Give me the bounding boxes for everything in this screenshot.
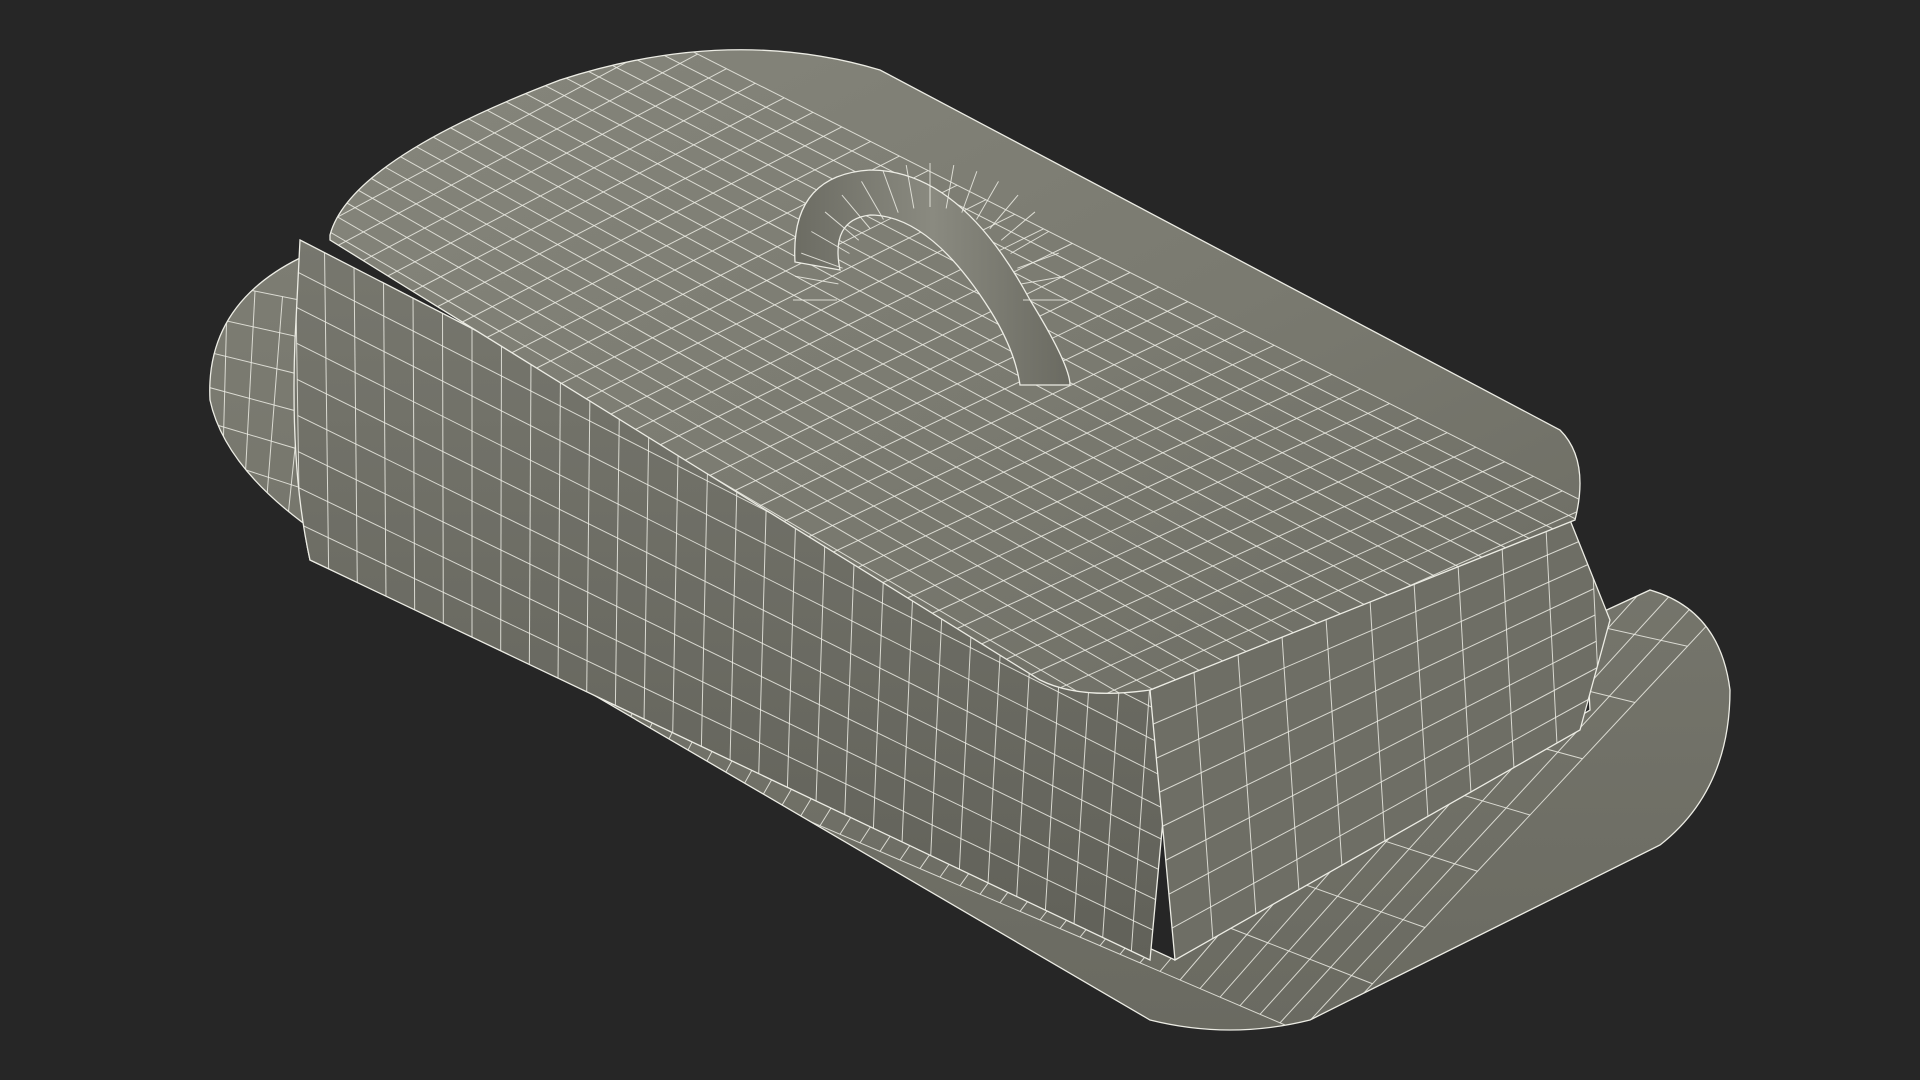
render-viewport: [0, 0, 1920, 1080]
wireframe-render: [209, 49, 1731, 1031]
